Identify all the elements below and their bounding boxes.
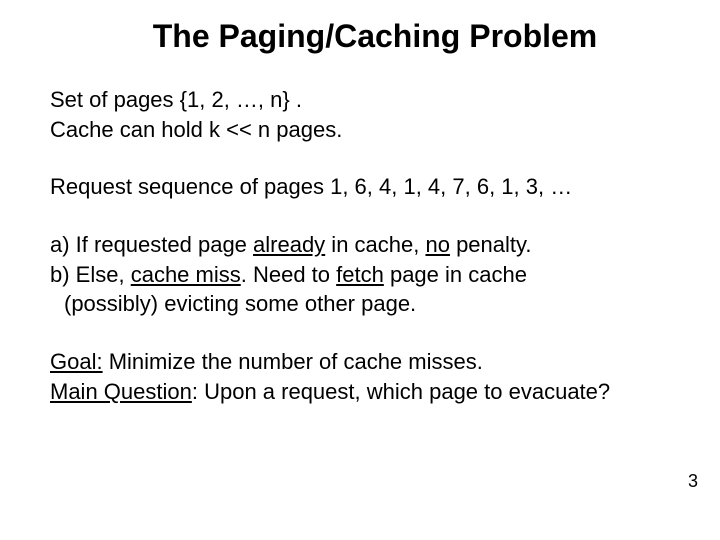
cases-paragraph: a) If requested page already in cache, n…: [50, 230, 680, 319]
setup-paragraph: Set of pages {1, 2, …, n} . Cache can ho…: [50, 85, 680, 144]
slide-title: The Paging/Caching Problem: [50, 18, 680, 55]
case-b-post: page in cache: [384, 262, 527, 287]
page-number: 3: [688, 471, 698, 492]
goal-paragraph: Goal: Minimize the number of cache misse…: [50, 347, 680, 406]
case-b-line2: (possibly) evicting some other page.: [50, 289, 680, 319]
case-a: a) If requested page already in cache, n…: [50, 230, 680, 260]
setup-line-1: Set of pages {1, 2, …, n} .: [50, 85, 680, 115]
case-a-no: no: [425, 232, 449, 257]
slide: The Paging/Caching Problem Set of pages …: [0, 0, 720, 540]
setup-line-2: Cache can hold k << n pages.: [50, 115, 680, 145]
goal-line: Goal: Minimize the number of cache misse…: [50, 347, 680, 377]
goal-text: Minimize the number of cache misses.: [103, 349, 483, 374]
case-b-miss: cache miss: [131, 262, 241, 287]
case-a-mid: in cache,: [325, 232, 425, 257]
main-question-label: Main Question: [50, 379, 192, 404]
case-a-pre: a) If requested page: [50, 232, 253, 257]
request-sequence: Request sequence of pages 1, 6, 4, 1, 4,…: [50, 172, 680, 202]
main-question-text: : Upon a request, which page to evacuate…: [192, 379, 610, 404]
case-b-pre: b) Else,: [50, 262, 131, 287]
case-b-mid: . Need to: [241, 262, 336, 287]
case-b-fetch: fetch: [336, 262, 384, 287]
case-a-post: penalty.: [450, 232, 532, 257]
case-a-already: already: [253, 232, 325, 257]
main-question-line: Main Question: Upon a request, which pag…: [50, 377, 680, 407]
case-b-line1: b) Else, cache miss. Need to fetch page …: [50, 260, 680, 290]
goal-label: Goal:: [50, 349, 103, 374]
